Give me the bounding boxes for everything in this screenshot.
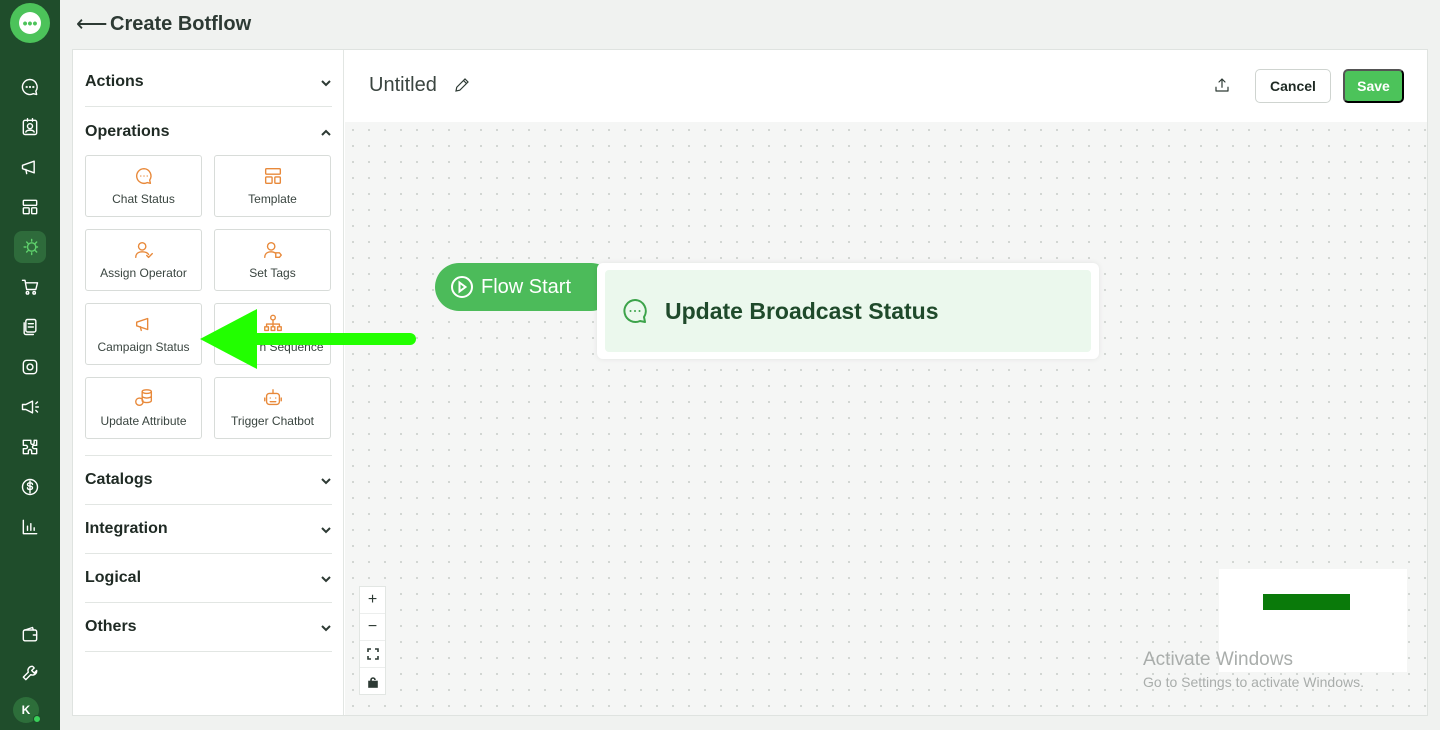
palette-card-chat-status[interactable]: Chat Status <box>85 155 202 217</box>
section-catalogs[interactable]: Catalogs <box>85 456 332 505</box>
card-label: Chat Status <box>112 192 175 206</box>
instagram-icon[interactable] <box>14 351 46 383</box>
watermark-subtitle: Go to Settings to activate Windows. <box>1143 674 1364 690</box>
flow-start-node[interactable]: Flow Start <box>435 263 615 311</box>
watermark-title: Activate Windows <box>1143 649 1293 670</box>
database-icon <box>133 387 155 409</box>
zoom-in-button[interactable]: + <box>360 587 385 614</box>
wallet-icon[interactable] <box>14 619 46 651</box>
edit-pencil-icon[interactable] <box>453 76 471 94</box>
brand-logo-icon[interactable]: ••• <box>10 3 50 43</box>
section-label: Actions <box>85 73 144 90</box>
card-label: Template <box>248 192 297 206</box>
palette-card-set-tags[interactable]: Set Tags <box>214 229 331 291</box>
canvas-toolbar: Untitled Cancel Save <box>345 50 1427 122</box>
robot-icon <box>262 387 284 409</box>
flow-start-label: Flow Start <box>481 275 572 298</box>
node-body: Update Broadcast Status <box>605 270 1091 352</box>
play-circle-icon <box>449 274 475 300</box>
export-upload-icon[interactable] <box>1213 76 1233 96</box>
online-status-dot <box>33 715 41 723</box>
analytics-icon[interactable] <box>14 511 46 543</box>
update-broadcast-status-node[interactable]: Update Broadcast Status <box>597 263 1099 359</box>
palette-card-update-attribute[interactable]: Update Attribute <box>85 377 202 439</box>
cart-icon[interactable] <box>14 271 46 303</box>
chevron-up-icon <box>320 126 332 138</box>
template-icon <box>262 165 284 187</box>
back-arrow-icon[interactable]: ⟵ <box>76 11 108 37</box>
section-label: Catalogs <box>85 471 153 488</box>
palette-card-template[interactable]: Template <box>214 155 331 217</box>
palette-card-campaign-status[interactable]: Campaign Status <box>85 303 202 365</box>
chat-bubble-icon <box>621 297 649 325</box>
section-label: Logical <box>85 569 142 586</box>
dollar-icon[interactable] <box>14 471 46 503</box>
section-logical[interactable]: Logical <box>85 554 332 603</box>
botflow-editor: Actions Operations Chat Status Template … <box>72 49 1428 716</box>
section-operations[interactable]: Operations <box>85 107 332 156</box>
chevron-down-icon <box>320 76 332 88</box>
flow-canvas[interactable]: Flow Start Update Broadcast Status + − <box>345 122 1427 715</box>
chevron-down-icon <box>320 474 332 486</box>
page-title: Create Botflow <box>110 12 252 35</box>
palette-card-trigger-chatbot[interactable]: Trigger Chatbot <box>214 377 331 439</box>
megaphone-icon <box>133 313 155 335</box>
chat-icon[interactable] <box>14 71 46 103</box>
section-others[interactable]: Others <box>85 603 332 652</box>
chevron-down-icon <box>320 572 332 584</box>
user-check-icon <box>133 239 155 261</box>
icon-rail: ••• K <box>0 0 60 730</box>
flow-name[interactable]: Untitled <box>369 74 437 97</box>
page-header: ⟵ Create Botflow <box>60 0 1440 48</box>
lock-icon[interactable] <box>360 668 385 695</box>
card-label: Set Tags <box>249 266 296 280</box>
cancel-button[interactable]: Cancel <box>1255 69 1331 103</box>
save-button[interactable]: Save <box>1343 69 1404 103</box>
avatar-initial: K <box>21 703 31 717</box>
palette-card-assign-operator[interactable]: Assign Operator <box>85 229 202 291</box>
section-label: Integration <box>85 520 168 537</box>
card-label: Update Attribute <box>100 414 187 428</box>
user-avatar[interactable]: K <box>13 697 41 723</box>
annotation-arrow-icon <box>200 309 416 369</box>
botflow-icon[interactable] <box>14 231 46 263</box>
minimap-node <box>1263 594 1350 610</box>
node-palette: Actions Operations Chat Status Template … <box>73 50 344 715</box>
card-label: Campaign Status <box>97 340 190 354</box>
section-actions[interactable]: Actions <box>85 58 332 107</box>
chat-bubble-icon <box>133 165 155 187</box>
card-label: Trigger Chatbot <box>231 414 314 428</box>
card-label: Assign Operator <box>100 266 187 280</box>
section-label: Others <box>85 618 137 635</box>
fit-view-icon[interactable] <box>360 641 385 668</box>
puzzle-icon[interactable] <box>14 431 46 463</box>
documents-icon[interactable] <box>14 311 46 343</box>
layout-icon[interactable] <box>14 191 46 223</box>
section-integration[interactable]: Integration <box>85 505 332 554</box>
node-title: Update Broadcast Status <box>665 297 939 324</box>
section-label: Operations <box>85 122 170 140</box>
contacts-icon[interactable] <box>14 111 46 143</box>
wrench-icon[interactable] <box>14 657 46 689</box>
megaphone-icon[interactable] <box>14 151 46 183</box>
zoom-out-button[interactable]: − <box>360 614 385 641</box>
chevron-down-icon <box>320 523 332 535</box>
user-tag-icon <box>262 239 284 261</box>
windows-activation-watermark: Activate Windows Go to Settings to activ… <box>1143 649 1364 690</box>
zoom-controls: + − <box>359 586 386 695</box>
broadcast-icon[interactable] <box>14 391 46 423</box>
chevron-down-icon <box>320 621 332 633</box>
